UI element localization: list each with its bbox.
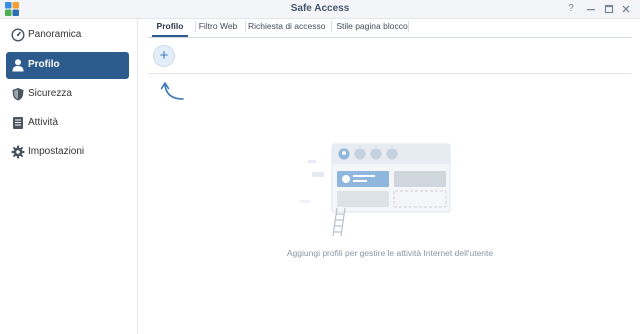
close-icon[interactable] (619, 2, 633, 16)
gear-icon (11, 145, 25, 159)
shield-icon (12, 88, 24, 101)
tab-stile-pagina-blocco[interactable]: Stile pagina blocco (334, 16, 410, 37)
tab-divider (245, 21, 246, 32)
curved-arrow-icon (160, 82, 184, 100)
tab-divider (331, 21, 332, 32)
toolbar-divider (148, 73, 632, 74)
sidebar-item-label: Attività (28, 117, 59, 128)
sidebar-item-label: Panoramica (28, 29, 82, 40)
sidebar-item-impostazioni[interactable]: Impostazioni (6, 139, 129, 166)
sidebar-item-panoramica[interactable]: Panoramica (6, 22, 129, 49)
sidebar-item-sicurezza[interactable]: Sicurezza (6, 81, 129, 108)
sidebar-item-label: Sicurezza (28, 88, 72, 99)
window-title: Safe Access (290, 3, 350, 14)
empty-state-message: Aggiungi profili per gestire le attività… (286, 248, 494, 258)
dashboard-icon (11, 28, 25, 42)
add-profile-button[interactable]: + (153, 45, 175, 67)
tab-divider (408, 21, 409, 32)
help-icon[interactable]: ? (564, 2, 578, 16)
tab-richiesta-di-accesso[interactable]: Richiesta di accesso (248, 16, 325, 37)
tab-bar: Profilo Filtro Web Richiesta di accesso … (148, 16, 632, 38)
sidebar-item-label: Profilo (28, 59, 60, 70)
tab-divider (195, 21, 196, 32)
sidebar-item-profilo[interactable]: Profilo (6, 52, 129, 79)
user-icon (12, 59, 24, 72)
empty-profiles-illustration (300, 143, 451, 237)
sidebar-item-attivita[interactable]: Attività (6, 110, 129, 137)
minimize-icon[interactable] (584, 2, 598, 16)
tab-filtro-web[interactable]: Filtro Web (198, 16, 238, 37)
maximize-icon[interactable] (602, 2, 616, 16)
sidebar: Panoramica Profilo Sicurezza Attività Im… (0, 19, 138, 334)
sidebar-item-label: Impostazioni (28, 146, 85, 157)
tab-profilo[interactable]: Profilo (152, 16, 188, 37)
activity-log-icon (13, 117, 23, 129)
